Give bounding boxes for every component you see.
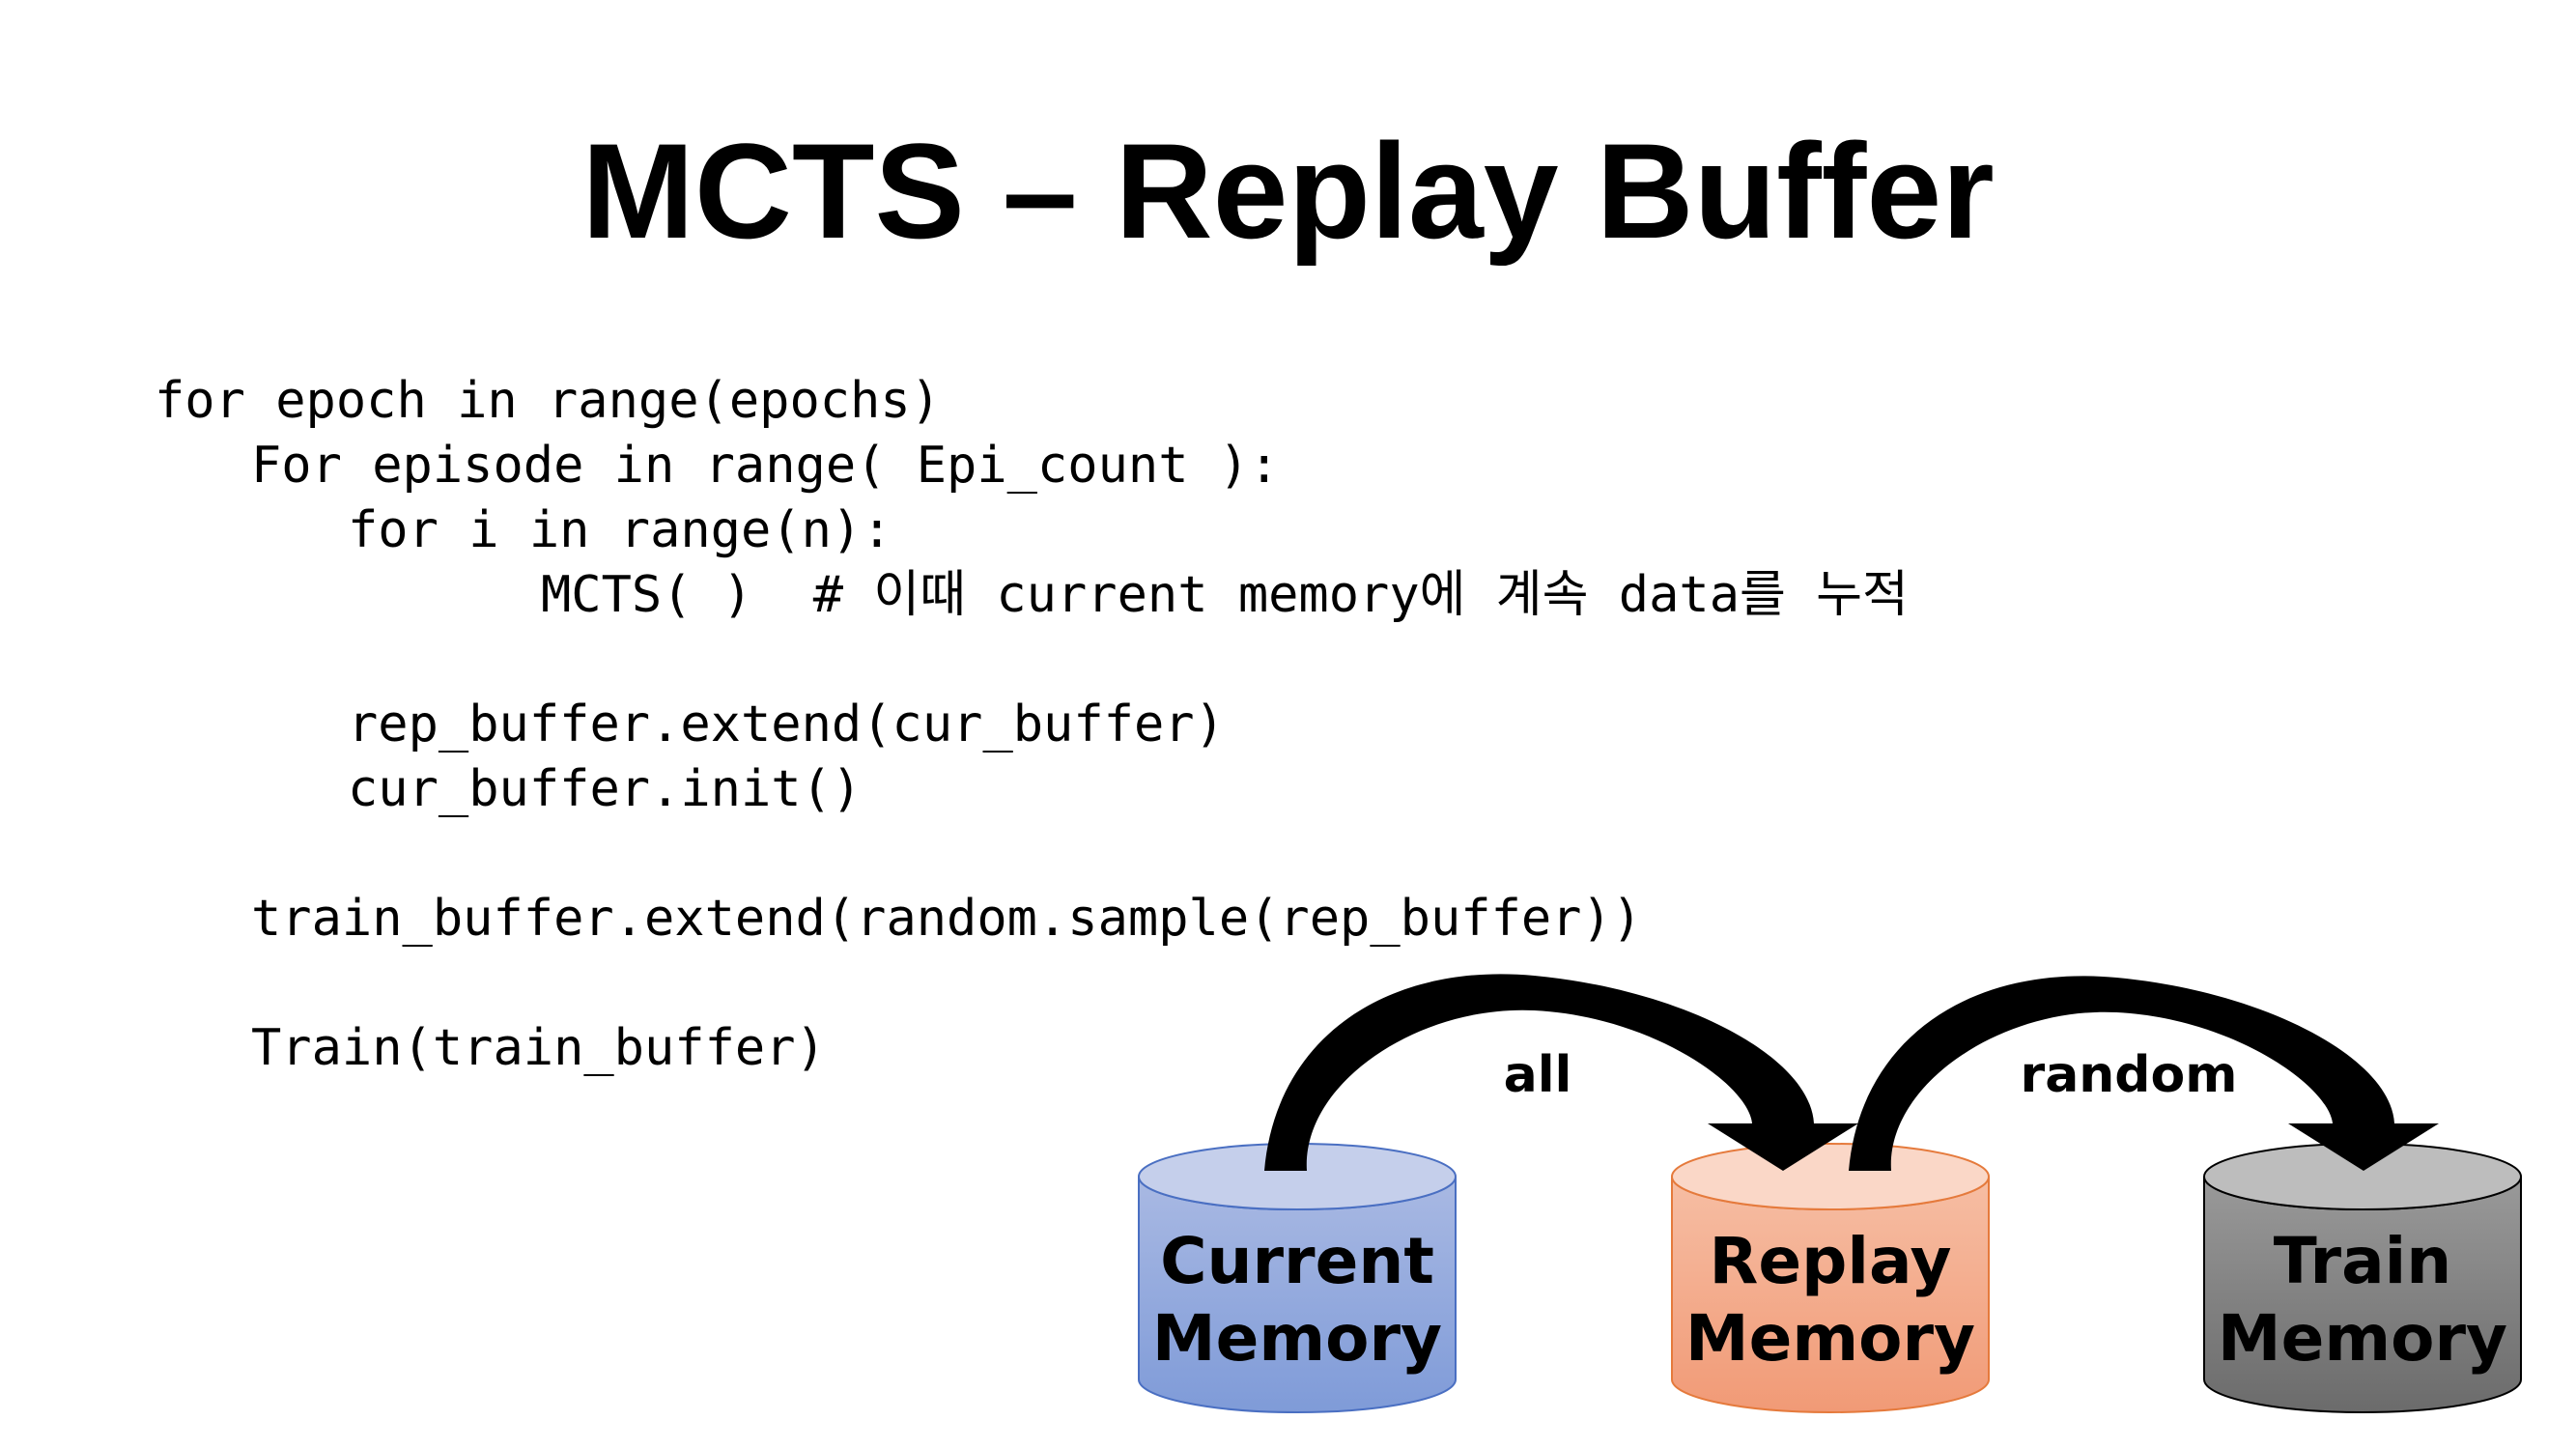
memory-cylinder: Current Memory <box>1138 1143 1457 1413</box>
cylinder-label-line2: Memory <box>2218 1301 2507 1376</box>
cylinder-label-line2: Memory <box>1685 1301 1975 1376</box>
memory-cylinder: Train Memory <box>2203 1143 2522 1413</box>
cylinder-label-line1: Current <box>1160 1224 1434 1298</box>
cylinder-label-line1: Replay <box>1710 1224 1952 1298</box>
cylinder-label-line1: Train <box>2274 1224 2451 1298</box>
memory-cylinder: Replay Memory <box>1671 1143 1990 1413</box>
flow-arrow-label: all <box>1504 1046 1572 1104</box>
cylinder-top <box>1671 1143 1990 1210</box>
cylinder-label-line2: Memory <box>1152 1301 1442 1376</box>
slide: MCTS – Replay Buffer for epoch in range(… <box>0 0 2576 1449</box>
flow-arrow: random <box>1849 976 2439 1171</box>
buffer-flow-diagram: Current MemoryReplay MemoryTrain Memoryall r… <box>1138 974 2522 1413</box>
flow-arrow: all <box>1264 974 1858 1171</box>
flow-arrow-label: random <box>2021 1046 2238 1104</box>
